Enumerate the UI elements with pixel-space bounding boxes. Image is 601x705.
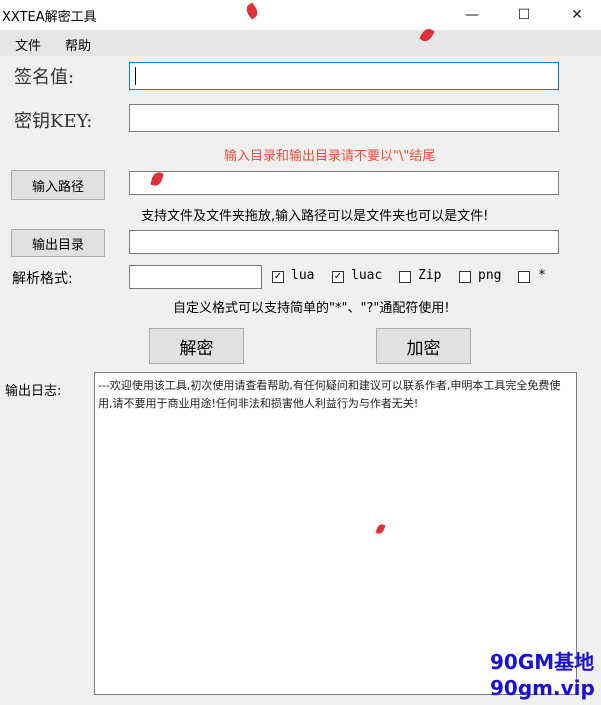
checkbox-luac[interactable]: ✓ xyxy=(332,271,344,283)
format-label: 解析格式: xyxy=(12,271,73,287)
log-label: 输出日志: xyxy=(5,384,62,399)
checkbox-wildcard-label: * xyxy=(538,268,546,283)
minimize-button[interactable]: — xyxy=(449,0,495,30)
key-label: 密钥KEY: xyxy=(14,111,93,132)
signature-label: 签名值: xyxy=(14,67,75,88)
wildcard-hint: 自定义格式可以支持简单的"*"、"?"通配符使用! xyxy=(173,301,450,316)
checkbox-png-label: png xyxy=(478,268,502,283)
output-dir-field[interactable] xyxy=(129,230,559,254)
checkbox-png[interactable] xyxy=(459,271,471,283)
log-text: ---欢迎使用该工具,初次使用请查看帮助,有任何疑问和建议可以联系作者,申明本工… xyxy=(98,379,561,410)
path-warning-text: 输入目录和输出目录请不要以"\"结尾 xyxy=(224,149,436,164)
input-path-hint: 支持文件及文件夹拖放,输入路径可以是文件夹也可以是文件! xyxy=(141,209,489,224)
checkbox-luac-label: luac xyxy=(351,268,383,283)
menu-item-file[interactable]: 文件 xyxy=(15,35,41,54)
watermark-line2: 90gm.vip xyxy=(490,676,595,700)
check-mark-icon: ✓ xyxy=(333,271,343,282)
key-input[interactable] xyxy=(129,104,559,132)
text-caret xyxy=(135,67,136,85)
checkbox-zip-label: Zip xyxy=(418,268,442,283)
decrypt-button[interactable]: 解密 xyxy=(149,328,244,364)
window-title: XXTEA解密工具 xyxy=(2,10,97,25)
input-path-button[interactable]: 输入路径 xyxy=(11,170,105,200)
checkbox-wildcard[interactable] xyxy=(518,271,530,283)
menu-item-help[interactable]: 帮助 xyxy=(65,35,91,54)
signature-input[interactable] xyxy=(129,62,559,90)
checkbox-lua[interactable]: ✓ xyxy=(272,271,284,283)
watermark-line1: 90GM基地 xyxy=(490,650,595,674)
close-button[interactable]: ✕ xyxy=(554,0,600,30)
check-mark-icon: ✓ xyxy=(273,271,283,282)
maximize-button[interactable]: ☐ xyxy=(501,0,547,30)
output-dir-button[interactable]: 输出目录 xyxy=(11,229,105,257)
format-input[interactable] xyxy=(129,265,262,289)
input-path-field[interactable] xyxy=(129,171,559,195)
checkbox-lua-label: lua xyxy=(291,268,315,283)
checkbox-zip[interactable] xyxy=(399,271,411,283)
encrypt-button[interactable]: 加密 xyxy=(376,328,471,364)
